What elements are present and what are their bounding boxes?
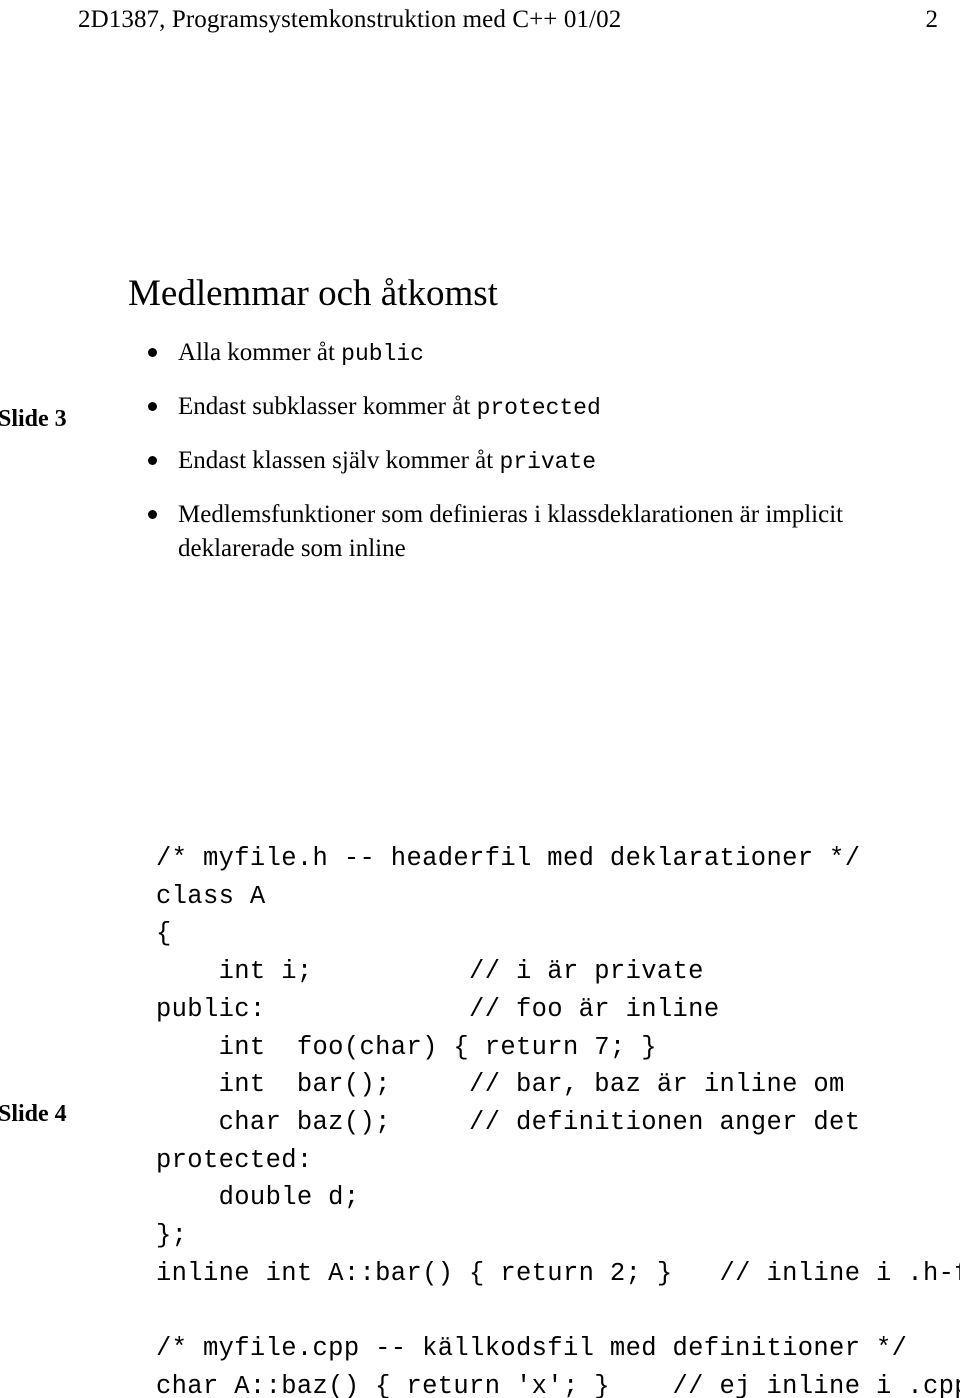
slide-label-4: Slide 4 <box>0 1101 67 1127</box>
code-keyword: public <box>341 341 424 367</box>
list-item: Endast klassen själv kommer åt private <box>146 444 886 479</box>
list-item: Alla kommer åt public <box>146 336 886 371</box>
bullet-list: Alla kommer åt public Endast subklasser k… <box>146 336 886 566</box>
code-keyword: protected <box>476 395 601 421</box>
list-item: Medlemsfunktioner som definieras i klass… <box>146 498 886 566</box>
list-item-label: Endast subklasser kommer åt <box>178 393 477 420</box>
bullet-dot-icon <box>148 402 157 411</box>
code-keyword: private <box>499 449 597 475</box>
code-listing: /* myfile.h -- headerfil med deklaration… <box>156 844 960 1398</box>
list-item-label: Medlemsfunktioner som definieras i klass… <box>178 501 844 562</box>
bullet-dot-icon <box>148 348 157 357</box>
handout-page: 2D1387, Programsystemkonstruktion med C+… <box>0 0 960 1398</box>
list-item: Endast subklasser kommer åt protected <box>146 390 886 425</box>
slide-label-3: Slide 3 <box>0 406 67 432</box>
list-item-label: Endast klassen själv kommer åt <box>178 447 500 474</box>
bullet-dot-icon <box>148 456 157 465</box>
page-header: 2D1387, Programsystemkonstruktion med C+… <box>78 6 938 34</box>
page-number: 2 <box>925 6 939 33</box>
slide-title: Medlemmar och åtkomst <box>128 273 498 314</box>
list-item-label: Alla kommer åt <box>178 339 342 366</box>
bullet-dot-icon <box>148 510 157 519</box>
course-title: 2D1387, Programsystemkonstruktion med C+… <box>78 6 622 33</box>
